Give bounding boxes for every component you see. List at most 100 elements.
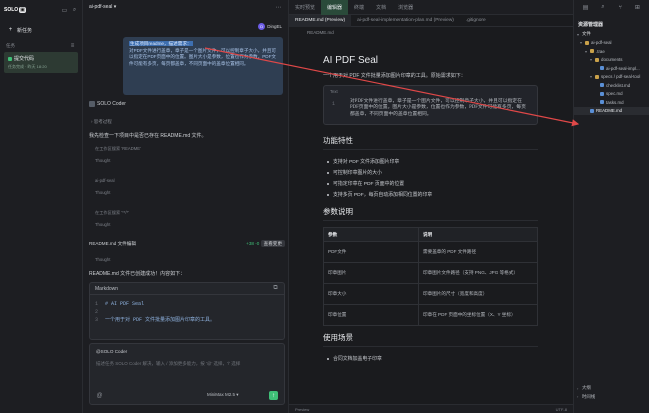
- table-cell: 需要盖章的 PDF 文件路径: [418, 241, 538, 263]
- file-tree: ▾ ai-pdf-seal ▾ .trae ▾ documents ai-pdf-seal-…: [574, 39, 649, 115]
- more-icon[interactable]: ⋯: [275, 4, 282, 11]
- line-number: 3: [95, 317, 99, 323]
- top-tab[interactable]: 终端: [348, 0, 370, 15]
- file-tab[interactable]: ai-pdf-seal-implementation-plan.md (Prev…: [351, 15, 460, 27]
- feature-item: 支持多页 PDF，每页自动添加相同位置的印章: [323, 189, 538, 200]
- send-button[interactable]: ↑: [269, 391, 278, 400]
- table-header-cell: 参数: [323, 227, 419, 242]
- table-cell: 印章图片文件路径（支持 PNG、JPG 等格式）: [418, 262, 538, 284]
- file-tab[interactable]: README.md (Preview): [289, 14, 352, 27]
- tree-item-label: checklist.md: [606, 82, 631, 88]
- timeline-section[interactable]: › 时间线: [574, 393, 649, 402]
- table-row: 印章图片 印章图片文件路径（支持 PNG、JPG 等格式）: [323, 262, 538, 284]
- tree-item-label: README.md: [596, 108, 623, 114]
- top-tab[interactable]: 文档: [370, 0, 392, 15]
- line-content: # AI PDF Seal: [105, 301, 145, 307]
- files-icon[interactable]: ▤: [582, 4, 589, 11]
- top-tab[interactable]: 浏览器: [392, 0, 419, 15]
- git-icon[interactable]: ⑂: [617, 4, 624, 11]
- tree-item[interactable]: spec.md: [574, 90, 649, 99]
- tree-item[interactable]: checklist.md: [574, 81, 649, 90]
- project-selector[interactable]: ai-pdf-seal ▾: [89, 4, 116, 10]
- top-tab[interactable]: 编辑器: [321, 0, 349, 15]
- doc-intro: 一个用于对 PDF 文件批量添加图片印章的工具。原始需求如下：: [323, 73, 466, 79]
- files-section[interactable]: ▾ 文件: [574, 30, 649, 39]
- extensions-icon[interactable]: ⊞: [634, 4, 641, 11]
- tree-item[interactable]: ▾ specs / pdf-seal-tool: [574, 73, 649, 82]
- thought-4[interactable]: Thought: [95, 257, 110, 262]
- model-selector[interactable]: MiniMax M2.5 ▾: [207, 392, 239, 398]
- file-change-name: README.md 文件编辑: [89, 241, 136, 246]
- status-right: UTF-8: [555, 406, 567, 412]
- filter-icon[interactable]: ≡: [69, 42, 76, 49]
- plus-icon: +: [8, 27, 13, 33]
- top-tab[interactable]: 实时预览: [289, 0, 321, 15]
- top-tab-bar: 实时预览 编辑器 终端 文档 浏览器: [289, 0, 573, 15]
- tree-item[interactable]: ▾ documents: [574, 56, 649, 65]
- table-cell: 印章图片的尺寸（宽度和高度）: [418, 283, 538, 305]
- usage-item: 合同文档加盖电子印章: [323, 353, 538, 364]
- file-tab[interactable]: .gitignore: [460, 15, 492, 27]
- file-change-card[interactable]: README.md 文件编辑 +38 -0 查看变更: [89, 239, 285, 249]
- status-bar: Preview UTF-8: [289, 404, 573, 413]
- requirement-text: 对PDF文件进行盖章，章子是一个图片文件，可以控制章子大小，并且可以指定在PDF…: [350, 99, 526, 117]
- file-icon: [600, 100, 604, 105]
- task-section-header[interactable]: 任务 ≡: [0, 42, 82, 49]
- task-item[interactable]: 提交代码 任务完成 · 昨天 18:20: [4, 52, 78, 73]
- search-files-icon[interactable]: ⌕: [599, 4, 606, 11]
- step-folder[interactable]: ai-pdf-seal: [95, 178, 115, 183]
- tree-item-label: .trae: [596, 48, 605, 54]
- outline-section[interactable]: › 大纲: [574, 384, 649, 393]
- step-search-all[interactable]: 在工作区搜索 '**/*': [95, 210, 129, 216]
- layout-icon[interactable]: ▭: [61, 7, 68, 14]
- outline-label: 大纲: [582, 385, 591, 391]
- table-cell: 印章大小: [323, 283, 419, 305]
- thought-1[interactable]: Thought: [95, 158, 110, 163]
- step-search-readme[interactable]: 在工作区搜索 'README': [95, 146, 141, 152]
- tree-item[interactable]: ▾ ai-pdf-seal: [574, 39, 649, 48]
- left-sidebar: SOLO ▣ ▭ ⌕ + 新任务 任务 ≡ 提交代码 任务完成 · 昨天 18:2…: [0, 0, 83, 413]
- project-name: ai-pdf-seal: [89, 4, 113, 10]
- explorer-bottom: › 大纲 › 时间线: [574, 384, 649, 401]
- user-label: D DingEL: [258, 23, 282, 30]
- thinking-toggle[interactable]: › 思考过程: [91, 119, 112, 125]
- folder-icon: [585, 40, 589, 45]
- files-section-label: 文件: [582, 31, 591, 37]
- result-message: README.md 文件已创建成功！内容如下：: [89, 271, 186, 277]
- tree-item[interactable]: README.md: [574, 106, 649, 115]
- copy-icon[interactable]: ⧉: [272, 285, 279, 292]
- code-line: 2: [90, 308, 284, 316]
- thought-3[interactable]: Thought: [95, 222, 110, 227]
- thought-2[interactable]: Thought: [95, 190, 110, 195]
- logo-box-icon: ▣: [19, 7, 26, 13]
- doc-title: AI PDF Seal: [323, 55, 379, 66]
- table-cell: PDF文件: [323, 241, 419, 263]
- file-icon: [600, 66, 604, 71]
- chat-header: ai-pdf-seal ▾ ⋯: [83, 0, 288, 14]
- file-icon: [600, 83, 604, 88]
- user-name: DingEL: [267, 24, 282, 29]
- tree-item[interactable]: ▾ .trae: [574, 47, 649, 56]
- attach-icon[interactable]: @: [96, 392, 103, 399]
- explorer-title: 资源管理器: [578, 22, 604, 28]
- code-line: 3 一个用于对 PDF 文件批量添加图片印章的工具。: [90, 316, 284, 324]
- search-icon[interactable]: ⌕: [71, 7, 78, 14]
- code-line: 1 # AI PDF Seal: [90, 300, 284, 308]
- code-block: Markdown ⧉ 1 # AI PDF Seal 2 3 一个用于对 PDF 文件批量…: [89, 282, 285, 340]
- feature-item: 可控制印章图片的大小: [323, 167, 538, 178]
- user-message-bubble: 生成项目readme，描述需求： 对PDF文件进行盖章，章子是一个图片文件，可以…: [123, 37, 283, 95]
- breadcrumb[interactable]: README.md: [289, 27, 573, 37]
- tree-item-label: ai-pdf-seal-impl...: [606, 65, 640, 71]
- requirement-block: Text 1 对PDF文件进行盖章，章子是一个图片文件，可以控制章子大小，并且可…: [323, 85, 538, 125]
- folder-icon: [595, 74, 599, 79]
- new-task-button[interactable]: + 新任务: [4, 24, 78, 36]
- tree-item[interactable]: tasks.md: [574, 98, 649, 107]
- timeline-label: 时间线: [582, 393, 596, 399]
- message-text: 对PDF文件进行盖章，章子是一个图片文件，可以控制章子大小，并且可以指定在PDF…: [129, 47, 277, 66]
- params-heading: 参数说明: [323, 206, 538, 221]
- chat-input[interactable]: @SOLO Coder 描述任务 SOLO Coder 解决，输入 / 添加更多…: [89, 343, 285, 405]
- tree-item[interactable]: ai-pdf-seal-impl...: [574, 64, 649, 73]
- view-changes-button[interactable]: 查看变更: [260, 240, 285, 247]
- table-cell: 印章位置: [323, 304, 419, 326]
- model-name: MiniMax M2.5: [207, 392, 236, 397]
